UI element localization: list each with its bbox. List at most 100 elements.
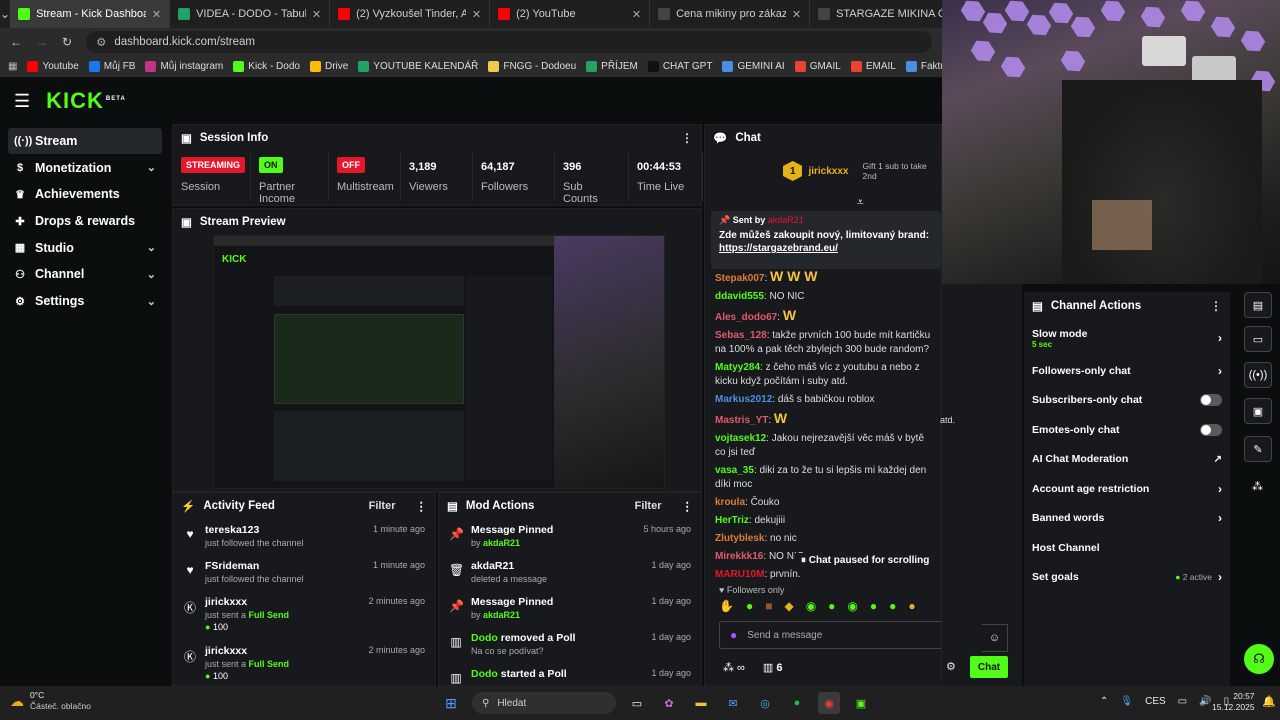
- support-icon[interactable]: ☊: [1244, 644, 1274, 674]
- windows-start-icon[interactable]: ⊞: [440, 692, 462, 714]
- activity-name[interactable]: jirickxxx: [205, 596, 289, 608]
- chevron-down-icon[interactable]: ⌄: [147, 295, 156, 308]
- bookmark-item[interactable]: GEMINI AI: [722, 61, 785, 72]
- forward-icon[interactable]: →: [36, 35, 48, 49]
- chrome-icon[interactable]: ◉: [818, 692, 840, 714]
- channel-action-followers-only-chat[interactable]: Followers-only chat ›: [1024, 356, 1230, 386]
- chevron-right-icon[interactable]: ›: [1218, 364, 1222, 378]
- toggle-switch[interactable]: [1200, 423, 1222, 436]
- emote-icon[interactable]: ●: [828, 599, 835, 613]
- clock[interactable]: 20:57 15.12.2025: [1212, 691, 1255, 713]
- activity-name[interactable]: tereska123: [205, 524, 304, 536]
- volume-icon[interactable]: 🔊: [1199, 696, 1211, 707]
- bookmark-item[interactable]: Drive: [309, 61, 348, 72]
- close-icon[interactable]: ✕: [632, 8, 641, 21]
- close-icon[interactable]: ✕: [152, 8, 161, 21]
- channel-action-banned-words[interactable]: Banned words ›: [1024, 504, 1230, 534]
- pinned-link[interactable]: https://stargazebrand.eu/: [719, 243, 933, 254]
- emote-icon[interactable]: ◆: [784, 599, 793, 613]
- sidebar-item-channel[interactable]: ⚇ Channel ⌄: [8, 261, 162, 287]
- chevron-down-icon[interactable]: ⌄: [147, 268, 156, 281]
- chat-username[interactable]: ddavid555: [715, 291, 764, 302]
- outlook-icon[interactable]: ✉: [722, 692, 744, 714]
- sidebar-item-settings[interactable]: ⚙ Settings ⌄: [8, 288, 162, 314]
- chat-bubble-icon[interactable]: ▭: [1244, 326, 1272, 352]
- emote-icon[interactable]: ●: [889, 599, 896, 613]
- chat-username[interactable]: Markus2012: [715, 394, 772, 405]
- spotify-icon[interactable]: ●: [786, 692, 808, 714]
- chevron-right-icon[interactable]: ›: [1218, 570, 1222, 584]
- emote-icon[interactable]: ✋: [719, 599, 734, 613]
- chat-username[interactable]: vojtasek12: [715, 433, 766, 444]
- bookmark-item[interactable]: Kick - Dodo: [233, 61, 300, 72]
- chat-username[interactable]: Zlutyblesk: [715, 533, 764, 544]
- activity-name[interactable]: jirickxxx: [205, 645, 289, 657]
- bookmark-item[interactable]: EMAIL: [850, 61, 896, 72]
- chat-paused-banner[interactable]: ⏸ Chat paused for scrolling: [795, 553, 936, 568]
- channel-action-host-channel[interactable]: Host Channel: [1024, 533, 1230, 563]
- external-link-icon[interactable]: ↗: [1214, 454, 1222, 465]
- gift-leaderboard[interactable]: 1 jirickxxx Gift 1 sub to take 2nd: [783, 161, 941, 181]
- more-icon[interactable]: ⋮: [1210, 299, 1222, 313]
- bookmark-item[interactable]: YOUTUBE KALENDÁŘ: [358, 61, 478, 72]
- notes-icon[interactable]: ▤: [1244, 292, 1272, 318]
- emoji-icon[interactable]: ☺: [982, 624, 1008, 652]
- chat-username[interactable]: Mirekkk16: [715, 551, 763, 562]
- menu-icon[interactable]: ☰: [14, 91, 30, 112]
- more-icon[interactable]: ⋮: [682, 499, 694, 513]
- mic-icon[interactable]: ●: [730, 628, 737, 642]
- chevron-up-icon[interactable]: ⌃: [1100, 696, 1108, 707]
- channel-action-subscribers-only-chat[interactable]: Subscribers-only chat: [1024, 386, 1230, 416]
- close-icon[interactable]: ✕: [472, 8, 481, 21]
- emote-icon[interactable]: ◉: [847, 599, 857, 613]
- chat-settings-icon[interactable]: ⚙: [946, 660, 956, 673]
- language-indicator[interactable]: CES: [1145, 696, 1166, 707]
- channel-action-set-goals[interactable]: Set goals ● 2 active ›: [1024, 563, 1230, 593]
- channel-action-emotes-only-chat[interactable]: Emotes-only chat: [1024, 415, 1230, 445]
- weather-widget[interactable]: ☁ 0°C Částeč. oblačno: [10, 690, 91, 712]
- activity-name[interactable]: FSrideman: [205, 560, 304, 572]
- more-icon[interactable]: ⋮: [416, 499, 428, 513]
- chat-username[interactable]: Ales_dodo67: [715, 312, 777, 323]
- kick-app-icon[interactable]: ▣: [850, 692, 872, 714]
- sidebar-item-drops[interactable]: ✚ Drops & rewards: [8, 208, 162, 234]
- chat-username[interactable]: HerTriz: [715, 515, 749, 526]
- channel-action-slow-mode[interactable]: Slow mode 5 sec ›: [1024, 320, 1230, 356]
- taskbar-search[interactable]: ⚲ Hledat: [472, 692, 616, 714]
- more-icon[interactable]: ⋮: [681, 131, 693, 145]
- tab-list-icon[interactable]: ⌄: [0, 7, 10, 21]
- chat-username[interactable]: MARU10M: [715, 569, 764, 580]
- collapse-icon[interactable]: ⩡: [857, 195, 864, 210]
- browser-tab[interactable]: Stream - Kick Dashboard ✕: [10, 0, 171, 28]
- infinity-icon[interactable]: ⁂ ∞: [723, 661, 745, 674]
- sidebar-item-monetization[interactable]: $ Monetization ⌄: [8, 155, 162, 181]
- close-icon[interactable]: ✕: [312, 8, 321, 21]
- bookmark-item[interactable]: GMAIL: [794, 61, 841, 72]
- stream-preview-video[interactable]: KICK: [213, 235, 665, 489]
- chevron-right-icon[interactable]: ›: [1218, 511, 1222, 525]
- chevron-right-icon[interactable]: ›: [1218, 331, 1222, 345]
- kick-logo[interactable]: KICK BETA: [46, 88, 126, 114]
- emote-icon[interactable]: ●: [746, 599, 753, 613]
- bookmark-item[interactable]: Můj FB: [88, 61, 135, 72]
- gift-box-icon[interactable]: ▥ 6: [763, 661, 783, 674]
- activity-filter-button[interactable]: Filter: [369, 500, 396, 512]
- bookmark-item[interactable]: PŘÍJEM: [586, 61, 638, 72]
- bookmark-item[interactable]: FNGG - Dodoeu: [488, 61, 576, 72]
- site-info-icon[interactable]: ⚙: [96, 35, 106, 49]
- network-icon[interactable]: ▭: [1178, 696, 1187, 707]
- emote-icon[interactable]: ■: [765, 599, 772, 613]
- browser-tab[interactable]: VIDEA - DODO - Tabulky Googl ✕: [170, 0, 331, 28]
- chevron-down-icon[interactable]: ⌄: [147, 241, 156, 254]
- emote-bar[interactable]: ✋ ● ■ ◆ ◉ ● ◉ ● ● ●: [719, 599, 916, 613]
- chat-username[interactable]: vasa_35: [715, 465, 754, 476]
- chat-input[interactable]: ● Send a message: [719, 621, 941, 649]
- close-icon[interactable]: ✕: [792, 8, 801, 21]
- chat-username[interactable]: Matyy284: [715, 362, 760, 373]
- apps-icon[interactable]: ▦: [8, 61, 17, 72]
- sidebar-item-achievements[interactable]: ♛ Achievements: [8, 181, 162, 207]
- channel-action-account-age-restriction[interactable]: Account age restriction ›: [1024, 474, 1230, 504]
- back-icon[interactable]: ←: [10, 35, 22, 49]
- chat-username[interactable]: kroula: [715, 497, 745, 508]
- chat-username[interactable]: Stepak007: [715, 273, 764, 284]
